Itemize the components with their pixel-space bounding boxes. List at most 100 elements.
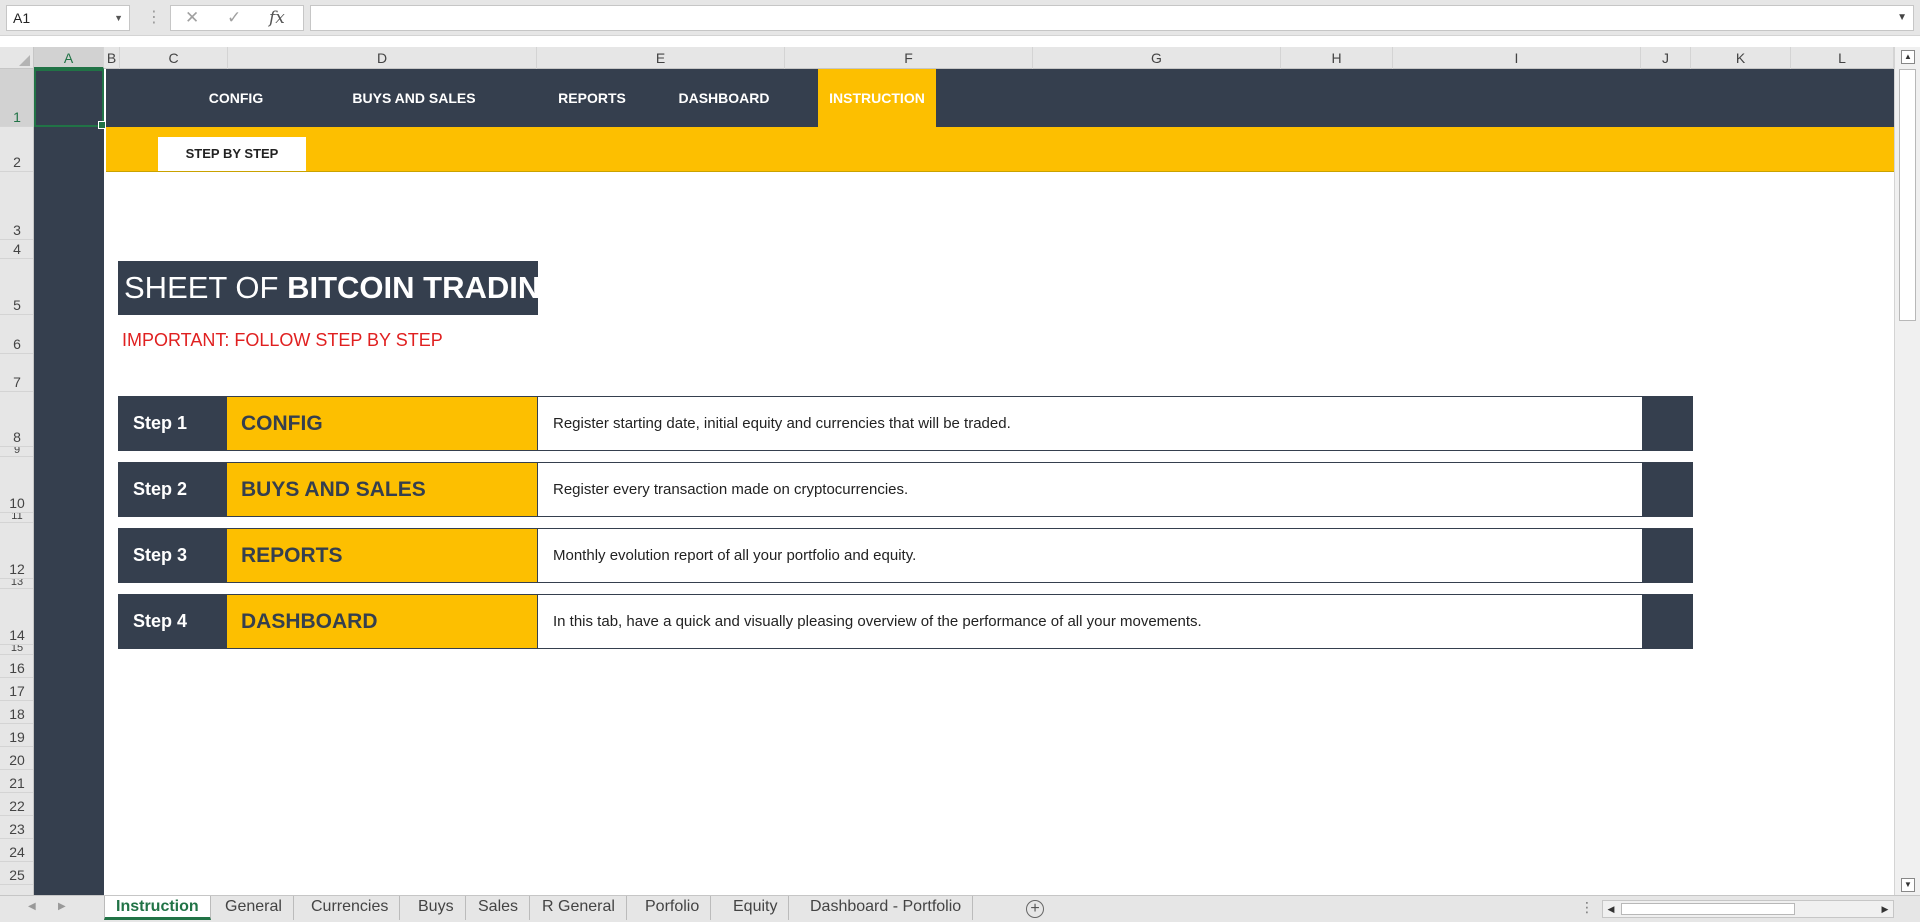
row-header-21[interactable]: 21	[0, 770, 33, 793]
nav-config[interactable]: CONFIG	[186, 69, 286, 127]
column-header-f[interactable]: F	[785, 47, 1033, 69]
row-header-17[interactable]: 17	[0, 678, 33, 701]
column-header-d[interactable]: D	[228, 47, 537, 69]
step-row-1: Step 1 CONFIG Register starting date, in…	[118, 396, 1693, 451]
active-cell-a1[interactable]	[34, 69, 106, 129]
formula-bar: A1 ▼ ⋮ ✕ ✓ fx ▼	[0, 0, 1920, 36]
column-header-i[interactable]: I	[1393, 47, 1641, 69]
nav-instruction[interactable]: INSTRUCTION	[818, 69, 936, 127]
sheet-tab-instruction[interactable]: Instruction	[104, 896, 211, 920]
step-by-step-tab[interactable]: STEP BY STEP	[158, 137, 306, 171]
sheet-tab-currencies[interactable]: Currencies	[300, 896, 401, 920]
step-number: Step 1	[119, 397, 227, 450]
chevron-down-icon[interactable]: ▼	[114, 6, 123, 30]
row-header-14[interactable]: 14	[0, 589, 33, 645]
scroll-down-icon[interactable]: ▼	[1901, 878, 1915, 892]
step-description: Register every transaction made on crypt…	[539, 463, 1643, 516]
row-header-9[interactable]: 9	[0, 447, 33, 457]
column-header-b[interactable]: B	[104, 47, 120, 69]
fx-icon[interactable]: fx	[269, 8, 285, 28]
name-box[interactable]: A1 ▼	[6, 5, 130, 31]
row-header-1[interactable]: 1	[0, 69, 33, 127]
scroll-up-icon[interactable]: ▲	[1901, 50, 1915, 64]
scroll-left-icon[interactable]: ◀	[1603, 902, 1619, 916]
tab-prev-icon[interactable]: ◀	[28, 901, 36, 912]
more-dots-icon[interactable]: ⋮	[1580, 899, 1594, 916]
column-header-l[interactable]: L	[1791, 47, 1894, 69]
title-light: SHEET OF	[124, 270, 288, 305]
close-icon[interactable]: ✕	[185, 8, 199, 28]
step-row-4: Step 4 DASHBOARD In this tab, have a qui…	[118, 594, 1693, 649]
row-header-12[interactable]: 12	[0, 523, 33, 579]
column-header: A B C D E F G H I J K L	[0, 47, 1894, 69]
title-bold: BITCOIN TRADING	[287, 270, 538, 305]
column-header-h[interactable]: H	[1281, 47, 1393, 69]
row-header-18[interactable]: 18	[0, 701, 33, 724]
row-header-6[interactable]: 6	[0, 315, 33, 354]
sub-navigation: STEP BY STEP	[106, 127, 1894, 172]
nav-reports[interactable]: REPORTS	[542, 69, 642, 127]
step-name: DASHBOARD	[227, 595, 538, 648]
row-header-11[interactable]: 11	[0, 513, 33, 523]
row-header-16[interactable]: 16	[0, 655, 33, 678]
row-header-10[interactable]: 10	[0, 457, 33, 513]
page-title: SHEET OF BITCOIN TRADING	[118, 261, 538, 315]
nav-buys-and-sales[interactable]: BUYS AND SALES	[332, 69, 496, 127]
step-number: Step 2	[119, 463, 227, 516]
sheet-tab-general[interactable]: General	[214, 896, 294, 920]
step-row-2: Step 2 BUYS AND SALES Register every tra…	[118, 462, 1693, 517]
row-header-24[interactable]: 24	[0, 839, 33, 862]
row-header-7[interactable]: 7	[0, 354, 33, 392]
column-header-k[interactable]: K	[1691, 47, 1791, 69]
step-end-block	[1642, 529, 1692, 582]
sheet-tab-sales[interactable]: Sales	[467, 896, 531, 920]
vertical-scrollbar[interactable]: ▲ ▼	[1894, 47, 1920, 895]
row-header-4[interactable]: 4	[0, 240, 33, 259]
step-end-block	[1642, 463, 1692, 516]
row-header-8[interactable]: 8	[0, 392, 33, 447]
row-header-3[interactable]: 3	[0, 172, 33, 240]
sheet-tab-equity[interactable]: Equity	[722, 896, 790, 920]
step-description: Monthly evolution report of all your por…	[539, 529, 1643, 582]
row-header-23[interactable]: 23	[0, 816, 33, 839]
sheet-tab-dashboard-portfolio[interactable]: Dashboard - Portfolio	[799, 896, 974, 920]
row-header-22[interactable]: 22	[0, 793, 33, 816]
column-header-j[interactable]: J	[1641, 47, 1691, 69]
drag-handle-icon[interactable]: ⋮	[146, 8, 162, 28]
top-navigation: CONFIG BUYS AND SALES REPORTS DASHBOARD …	[106, 69, 1894, 127]
column-header-g[interactable]: G	[1033, 47, 1281, 69]
nav-dashboard[interactable]: DASHBOARD	[662, 69, 786, 127]
row-header-15[interactable]: 15	[0, 645, 33, 655]
column-header-e[interactable]: E	[537, 47, 785, 69]
step-name: REPORTS	[227, 529, 538, 582]
formula-input[interactable]: ▼	[310, 5, 1914, 31]
column-header-c[interactable]: C	[120, 47, 228, 69]
row-header-19[interactable]: 19	[0, 724, 33, 747]
column-header-a[interactable]: A	[34, 47, 104, 69]
important-notice: IMPORTANT: FOLLOW STEP BY STEP	[122, 330, 443, 350]
select-all-button[interactable]	[0, 47, 34, 69]
plus-circle-icon[interactable]: +	[1026, 900, 1044, 918]
row-header-13[interactable]: 13	[0, 579, 33, 589]
row-header-5[interactable]: 5	[0, 259, 33, 315]
sheet-tab-porfolio[interactable]: Porfolio	[634, 896, 712, 920]
horizontal-scroll-thumb[interactable]	[1621, 903, 1795, 915]
column-a-fill	[34, 69, 104, 895]
step-end-block	[1642, 397, 1692, 450]
horizontal-scrollbar[interactable]: ◀ ▶	[1602, 900, 1894, 918]
vertical-scroll-thumb[interactable]	[1899, 69, 1916, 321]
step-number: Step 4	[119, 595, 227, 648]
row-header-20[interactable]: 20	[0, 747, 33, 770]
row-header-2[interactable]: 2	[0, 127, 33, 172]
tab-next-icon[interactable]: ▶	[58, 901, 66, 912]
step-name: BUYS AND SALES	[227, 463, 538, 516]
row-header-25[interactable]: 25	[0, 862, 33, 885]
chevron-down-icon[interactable]: ▼	[1897, 12, 1907, 23]
worksheet-grid[interactable]: CONFIG BUYS AND SALES REPORTS DASHBOARD …	[34, 69, 1894, 895]
scroll-right-icon[interactable]: ▶	[1877, 902, 1893, 916]
check-icon[interactable]: ✓	[227, 8, 241, 28]
step-name: CONFIG	[227, 397, 538, 450]
step-number: Step 3	[119, 529, 227, 582]
sheet-tab-buys[interactable]: Buys	[407, 896, 466, 920]
sheet-tab-r-general[interactable]: R General	[531, 896, 627, 920]
